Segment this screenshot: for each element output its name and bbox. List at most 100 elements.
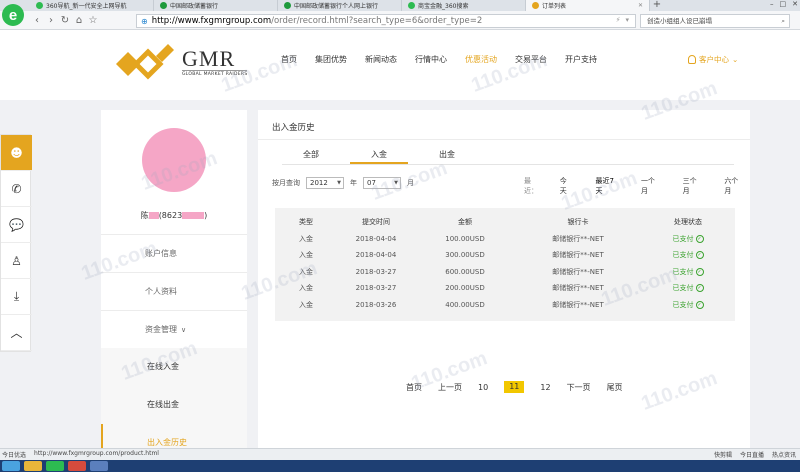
- table-row: 入金 2018-03-27 200.00USD 邮储银行**-NET 已支付 ✓: [275, 280, 735, 297]
- home-icon[interactable]: ⌂: [72, 15, 86, 26]
- page-number-current[interactable]: 11: [504, 381, 525, 393]
- back-icon[interactable]: ‹: [30, 15, 44, 26]
- nav-promotions[interactable]: 优惠活动: [456, 54, 506, 65]
- page-prev[interactable]: 上一页: [438, 382, 462, 393]
- back-to-top-icon[interactable]: ︿: [1, 315, 32, 351]
- status-today-pick[interactable]: 今日优选: [2, 450, 26, 459]
- flash-icon[interactable]: ⚡: [616, 16, 621, 24]
- taskbar-app-icon[interactable]: [90, 461, 108, 471]
- floating-toolbar: ☻ ✆ 💬 ♙ ⤓ ︿: [0, 134, 32, 352]
- range-7-days[interactable]: 最近7天: [595, 176, 616, 196]
- browser-logo-icon[interactable]: e: [0, 0, 26, 30]
- nav-market[interactable]: 行情中心: [406, 54, 456, 65]
- new-tab-icon[interactable]: +: [650, 0, 664, 11]
- taskbar-app-icon[interactable]: [68, 461, 86, 471]
- check-icon: ✓: [695, 251, 704, 260]
- divider: [258, 139, 750, 140]
- logo-text: GMR: [182, 45, 236, 71]
- dropdown-icon[interactable]: ▾: [625, 16, 629, 24]
- taskbar-app-icon[interactable]: [24, 461, 42, 471]
- table-row: 入金 2018-04-04 300.00USD 邮储银行**-NET 已支付 ✓: [275, 247, 735, 264]
- page-number[interactable]: 10: [478, 383, 488, 392]
- minimize-icon[interactable]: –: [770, 0, 774, 11]
- page-number[interactable]: 12: [540, 383, 550, 392]
- tab-withdraw[interactable]: 出金: [418, 146, 476, 164]
- site-info-icon[interactable]: ⊕: [141, 17, 148, 26]
- masked-text: [182, 212, 205, 219]
- wechat-icon[interactable]: 💬: [1, 207, 32, 243]
- close-window-icon[interactable]: ✕: [792, 0, 798, 11]
- range-3-months[interactable]: 三个月: [683, 176, 701, 196]
- favorite-star-icon[interactable]: ☆: [86, 15, 100, 26]
- sidebar-item-funds[interactable]: 资金管理 ∨: [101, 310, 247, 348]
- month-select[interactable]: 07 ▼: [363, 177, 401, 189]
- browser-tab-active[interactable]: 订单列表 ✕: [526, 0, 650, 11]
- tab-favicon-icon: [532, 2, 539, 9]
- user-center-button[interactable]: 客户中心 ⌄: [688, 54, 738, 65]
- nav-trading-platform[interactable]: 交易平台: [506, 54, 556, 65]
- site-logo[interactable]: GMR GLOBAL MARKET RAIDERS: [112, 42, 248, 82]
- status-badge: 已支付 ✓: [672, 267, 704, 276]
- browser-tab-bar: 360导航_新一代安全上网导航 中国邮政储蓄银行 中国邮政储蓄银行个人网上银行 …: [0, 0, 800, 11]
- tab-all[interactable]: 全部: [282, 146, 340, 164]
- chevron-down-icon: ∨: [181, 326, 187, 334]
- browser-search-input[interactable]: 创造小组组人设已崩塌 ⌕: [640, 14, 790, 28]
- nav-news[interactable]: 新闻动态: [356, 54, 406, 65]
- browser-tab[interactable]: 中国邮政储蓄银行个人网上银行: [278, 0, 402, 11]
- check-icon: ✓: [695, 300, 704, 309]
- status-badge: 已支付 ✓: [672, 300, 704, 309]
- status-quick-clip[interactable]: 快剪辑: [714, 450, 732, 459]
- user-icon: [688, 55, 696, 64]
- status-badge: 已支付 ✓: [672, 234, 704, 243]
- customer-service-icon[interactable]: ☻: [1, 135, 32, 171]
- sidebar-item-personal-info[interactable]: 个人资料: [101, 272, 247, 310]
- address-bar: ‹ › ↻ ⌂ ☆ ⊕ http://www.fxgmrgroup.com/or…: [0, 11, 800, 30]
- range-6-months[interactable]: 六个月: [724, 176, 742, 196]
- phone-icon[interactable]: ✆: [1, 171, 32, 207]
- dropdown-arrow-icon: ▼: [394, 180, 398, 186]
- status-live[interactable]: 今日直播: [740, 450, 764, 459]
- sidebar-item-history[interactable]: 出入金历史: [101, 424, 247, 448]
- sidebar-item-deposit-online[interactable]: 在线入金: [101, 348, 247, 386]
- sidebar-item-account-info[interactable]: 账户信息: [101, 234, 247, 272]
- download-icon[interactable]: ⤓: [1, 279, 32, 315]
- range-today[interactable]: 今天: [560, 176, 572, 196]
- tab-favicon-icon: [36, 2, 43, 9]
- forward-icon[interactable]: ›: [44, 15, 58, 26]
- sidebar-item-withdraw-online[interactable]: 在线出金: [101, 386, 247, 424]
- quick-range: 最近： 今天 最近7天 一个月 三个月 六个月: [524, 176, 742, 196]
- page-last[interactable]: 尾页: [607, 382, 623, 393]
- nav-advantages[interactable]: 集团优势: [306, 54, 356, 65]
- tab-deposit[interactable]: 入金: [350, 146, 408, 164]
- account-icon[interactable]: ♙: [1, 243, 32, 279]
- history-panel: 出入金历史 全部 入金 出金 按月查询 2012 ▼ 年 07 ▼ 月 最近： 今天…: [258, 110, 750, 448]
- nav-open-account[interactable]: 开户支持: [556, 54, 606, 65]
- range-1-month[interactable]: 一个月: [641, 176, 659, 196]
- browser-tab[interactable]: 360导航_新一代安全上网导航: [30, 0, 154, 11]
- type-tabs: 全部 入金 出金: [282, 146, 734, 165]
- main-nav: 首页 集团优势 新闻动态 行情中心 优惠活动 交易平台 开户支持: [272, 54, 606, 65]
- reload-icon[interactable]: ↻: [58, 15, 72, 26]
- status-url: http://www.fxgmrgroup.com/product.html: [34, 450, 159, 457]
- logo-subtitle: GLOBAL MARKET RAIDERS: [182, 69, 248, 77]
- year-select[interactable]: 2012 ▼: [306, 177, 344, 189]
- start-icon[interactable]: [2, 461, 20, 471]
- chevron-down-icon: ⌄: [732, 55, 739, 64]
- browser-tab[interactable]: 商宝金融_360搜索: [402, 0, 526, 11]
- taskbar-app-icon[interactable]: [46, 461, 64, 471]
- check-icon: ✓: [695, 284, 704, 293]
- page-first[interactable]: 首页: [406, 382, 422, 393]
- search-icon[interactable]: ⌕: [781, 15, 785, 27]
- user-name: 陈 (8623): [140, 211, 208, 220]
- records-table: 类型 提交时间 金额 银行卡 处理状态 入金 2018-04-04 100.00…: [275, 208, 735, 321]
- url-input[interactable]: ⊕ http://www.fxgmrgroup.com/order/record…: [136, 14, 636, 28]
- sidebar-menu: 账户信息 个人资料 资金管理 ∨ 在线入金 在线出金 出入金历史: [101, 234, 247, 448]
- tab-close-icon[interactable]: ✕: [638, 2, 643, 9]
- nav-home[interactable]: 首页: [272, 54, 306, 65]
- browser-tab[interactable]: 中国邮政储蓄银行: [154, 0, 278, 11]
- page-next[interactable]: 下一页: [567, 382, 591, 393]
- status-hot-news[interactable]: 热点资讯: [772, 450, 796, 459]
- account-sidebar: 陈 (8623) 账户信息 个人资料 资金管理 ∨ 在线入金 在线出金 出入金历史: [101, 110, 247, 448]
- tab-favicon-icon: [160, 2, 167, 9]
- maximize-icon[interactable]: □: [780, 0, 787, 11]
